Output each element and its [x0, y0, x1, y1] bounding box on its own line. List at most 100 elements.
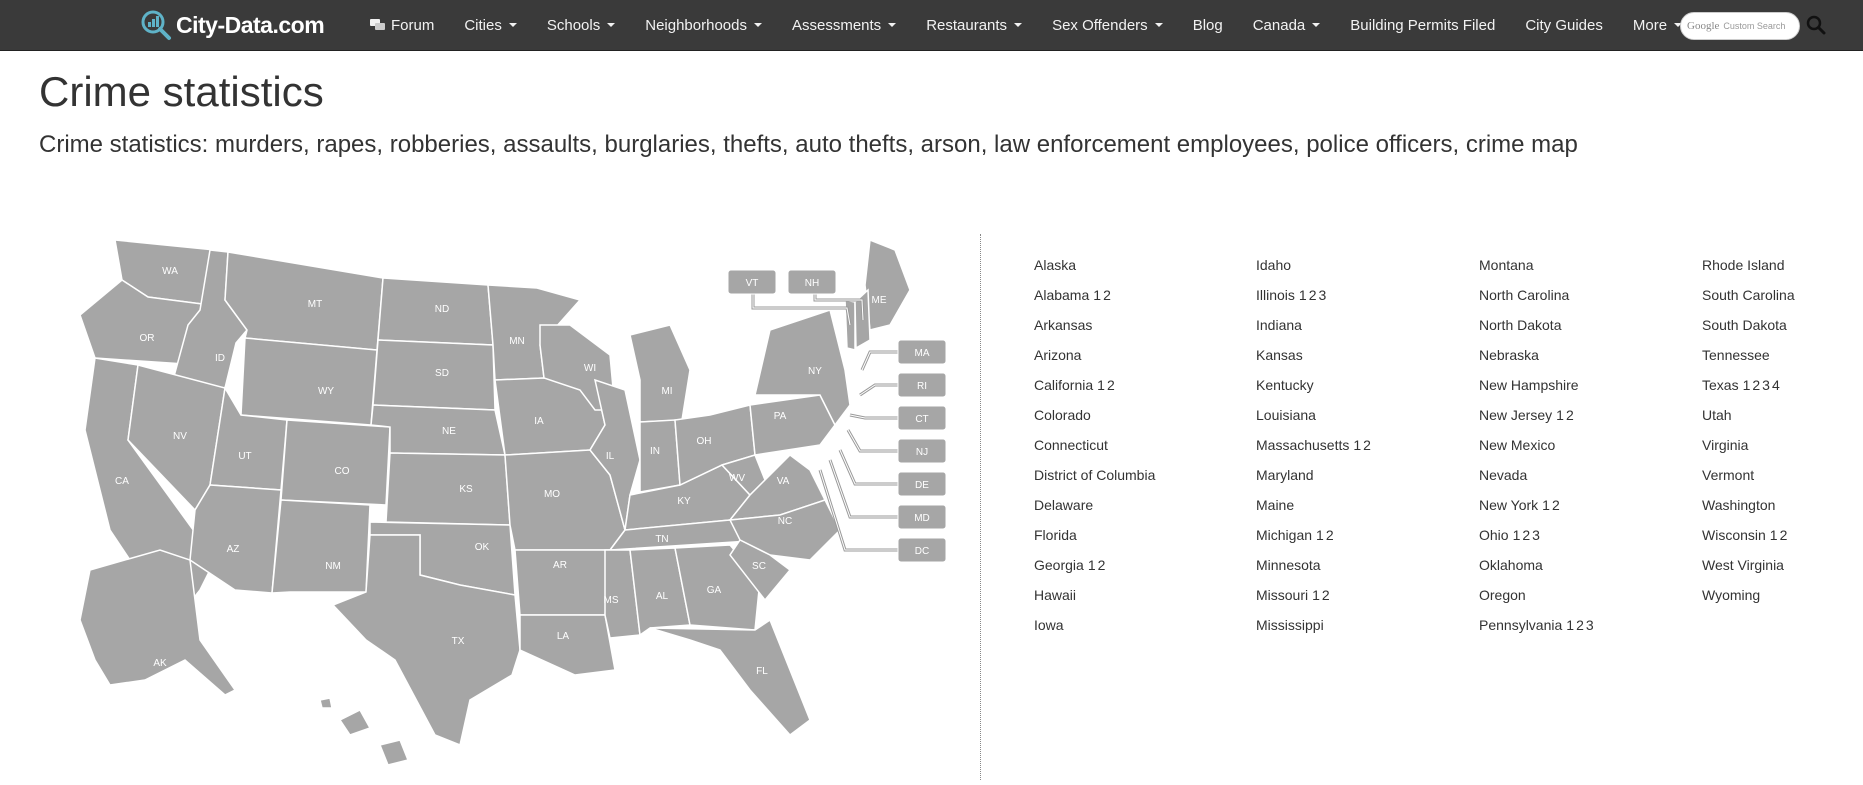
state-page-link[interactable]: 2 — [1363, 437, 1371, 453]
nav-item-schools[interactable]: Schools — [532, 0, 630, 50]
state-link-idaho[interactable]: Idaho — [1256, 257, 1291, 273]
state-link-minnesota[interactable]: Minnesota — [1256, 557, 1321, 573]
state-shape-mi[interactable] — [629, 324, 691, 423]
state-page-link[interactable]: 2 — [1322, 587, 1330, 603]
state-page-link[interactable]: 2 — [1566, 407, 1574, 423]
state-shape-sd[interactable] — [372, 339, 496, 411]
state-page-link[interactable]: 4 — [1772, 377, 1780, 393]
state-page-link[interactable]: 2 — [1576, 617, 1584, 633]
nav-item-sex-offenders[interactable]: Sex Offenders — [1037, 0, 1178, 50]
state-page-link[interactable]: 3 — [1319, 287, 1327, 303]
nav-item-neighborhoods[interactable]: Neighborhoods — [630, 0, 777, 50]
state-link-wyoming[interactable]: Wyoming — [1702, 587, 1760, 603]
state-link-hawaii[interactable]: Hawaii — [1034, 587, 1076, 603]
state-shape-nm[interactable] — [271, 499, 371, 594]
state-link-massachusetts[interactable]: Massachusetts — [1256, 437, 1349, 453]
state-link-alabama[interactable]: Alabama — [1034, 287, 1089, 303]
state-link-new-hampshire[interactable]: New Hampshire — [1479, 377, 1579, 393]
state-link-rhode-island[interactable]: Rhode Island — [1702, 257, 1785, 273]
state-shape-co[interactable] — [280, 419, 391, 506]
state-link-indiana[interactable]: Indiana — [1256, 317, 1302, 333]
state-link-california[interactable]: California — [1034, 377, 1093, 393]
state-shape-ar[interactable] — [514, 549, 611, 616]
nav-item-forum[interactable]: Forum — [355, 0, 449, 50]
state-page-link[interactable]: 1 — [1093, 287, 1101, 303]
state-box-vt[interactable] — [727, 269, 777, 295]
state-link-iowa[interactable]: Iowa — [1034, 617, 1064, 633]
state-page-link[interactable]: 1 — [1542, 497, 1550, 513]
state-page-link[interactable]: 3 — [1586, 617, 1594, 633]
state-page-link[interactable]: 1 — [1770, 527, 1778, 543]
state-page-link[interactable]: 2 — [1103, 287, 1111, 303]
state-link-connecticut[interactable]: Connecticut — [1034, 437, 1108, 453]
state-link-louisiana[interactable]: Louisiana — [1256, 407, 1316, 423]
state-page-link[interactable]: 1 — [1316, 527, 1324, 543]
state-link-georgia[interactable]: Georgia — [1034, 557, 1084, 573]
site-logo[interactable]: City-Data.com — [140, 8, 325, 42]
state-link-mississippi[interactable]: Mississippi — [1256, 617, 1324, 633]
state-link-colorado[interactable]: Colorado — [1034, 407, 1091, 423]
state-link-district-of-columbia[interactable]: District of Columbia — [1034, 467, 1155, 483]
state-link-washington[interactable]: Washington — [1702, 497, 1775, 513]
state-link-nevada[interactable]: Nevada — [1479, 467, 1527, 483]
state-page-link[interactable]: 1 — [1088, 557, 1096, 573]
state-link-texas[interactable]: Texas — [1702, 377, 1739, 393]
state-page-link[interactable]: 2 — [1309, 287, 1317, 303]
state-page-link[interactable]: 3 — [1762, 377, 1770, 393]
state-box-ma[interactable] — [897, 339, 947, 365]
state-link-montana[interactable]: Montana — [1479, 257, 1533, 273]
state-page-link[interactable]: 2 — [1098, 557, 1106, 573]
state-page-link[interactable]: 1 — [1566, 617, 1574, 633]
state-shape-fl[interactable] — [649, 618, 811, 737]
state-link-maine[interactable]: Maine — [1256, 497, 1294, 513]
state-box-md[interactable] — [897, 504, 947, 530]
state-shape-nd[interactable] — [377, 277, 494, 346]
state-box-ct[interactable] — [897, 405, 947, 431]
state-page-link[interactable]: 2 — [1107, 377, 1115, 393]
state-link-maryland[interactable]: Maryland — [1256, 467, 1314, 483]
state-link-new-york[interactable]: New York — [1479, 497, 1538, 513]
state-link-oregon[interactable]: Oregon — [1479, 587, 1526, 603]
nav-item-assessments[interactable]: Assessments — [777, 0, 911, 50]
state-link-utah[interactable]: Utah — [1702, 407, 1732, 423]
state-shape-ne[interactable] — [370, 404, 506, 456]
search-input[interactable]: Google Custom Search — [1680, 12, 1800, 40]
state-box-de[interactable] — [897, 471, 947, 497]
state-link-illinois[interactable]: Illinois — [1256, 287, 1295, 303]
state-link-kansas[interactable]: Kansas — [1256, 347, 1303, 363]
state-link-south-dakota[interactable]: South Dakota — [1702, 317, 1787, 333]
state-page-link[interactable]: 1 — [1312, 587, 1320, 603]
state-box-ri[interactable] — [897, 372, 947, 398]
nav-item-canada[interactable]: Canada — [1238, 0, 1336, 50]
state-link-alaska[interactable]: Alaska — [1034, 257, 1076, 273]
state-page-link[interactable]: 2 — [1522, 527, 1530, 543]
state-page-link[interactable]: 1 — [1097, 377, 1105, 393]
state-link-kentucky[interactable]: Kentucky — [1256, 377, 1314, 393]
state-shape-wy[interactable] — [240, 337, 378, 426]
state-link-nebraska[interactable]: Nebraska — [1479, 347, 1539, 363]
state-shape-in[interactable] — [639, 419, 681, 493]
state-link-arkansas[interactable]: Arkansas — [1034, 317, 1092, 333]
state-shape-ks[interactable] — [385, 452, 511, 526]
state-link-new-mexico[interactable]: New Mexico — [1479, 437, 1555, 453]
state-link-pennsylvania[interactable]: Pennsylvania — [1479, 617, 1562, 633]
state-shape-hi[interactable] — [319, 697, 410, 766]
state-link-wisconsin[interactable]: Wisconsin — [1702, 527, 1766, 543]
state-link-west-virginia[interactable]: West Virginia — [1702, 557, 1784, 573]
state-box-dc[interactable] — [897, 537, 947, 563]
state-box-nh[interactable] — [787, 269, 837, 295]
state-link-north-carolina[interactable]: North Carolina — [1479, 287, 1569, 303]
state-shape-me[interactable] — [864, 238, 911, 331]
state-link-missouri[interactable]: Missouri — [1256, 587, 1308, 603]
state-link-tennessee[interactable]: Tennessee — [1702, 347, 1770, 363]
state-shape-la[interactable] — [519, 614, 616, 676]
search-icon[interactable] — [1806, 15, 1826, 35]
state-link-michigan[interactable]: Michigan — [1256, 527, 1312, 543]
state-link-vermont[interactable]: Vermont — [1702, 467, 1754, 483]
nav-item-city-guides[interactable]: City Guides — [1510, 0, 1618, 50]
state-link-new-jersey[interactable]: New Jersey — [1479, 407, 1552, 423]
state-link-virginia[interactable]: Virginia — [1702, 437, 1748, 453]
state-link-delaware[interactable]: Delaware — [1034, 497, 1093, 513]
state-link-florida[interactable]: Florida — [1034, 527, 1077, 543]
nav-item-building-permits-filed[interactable]: Building Permits Filed — [1335, 0, 1510, 50]
